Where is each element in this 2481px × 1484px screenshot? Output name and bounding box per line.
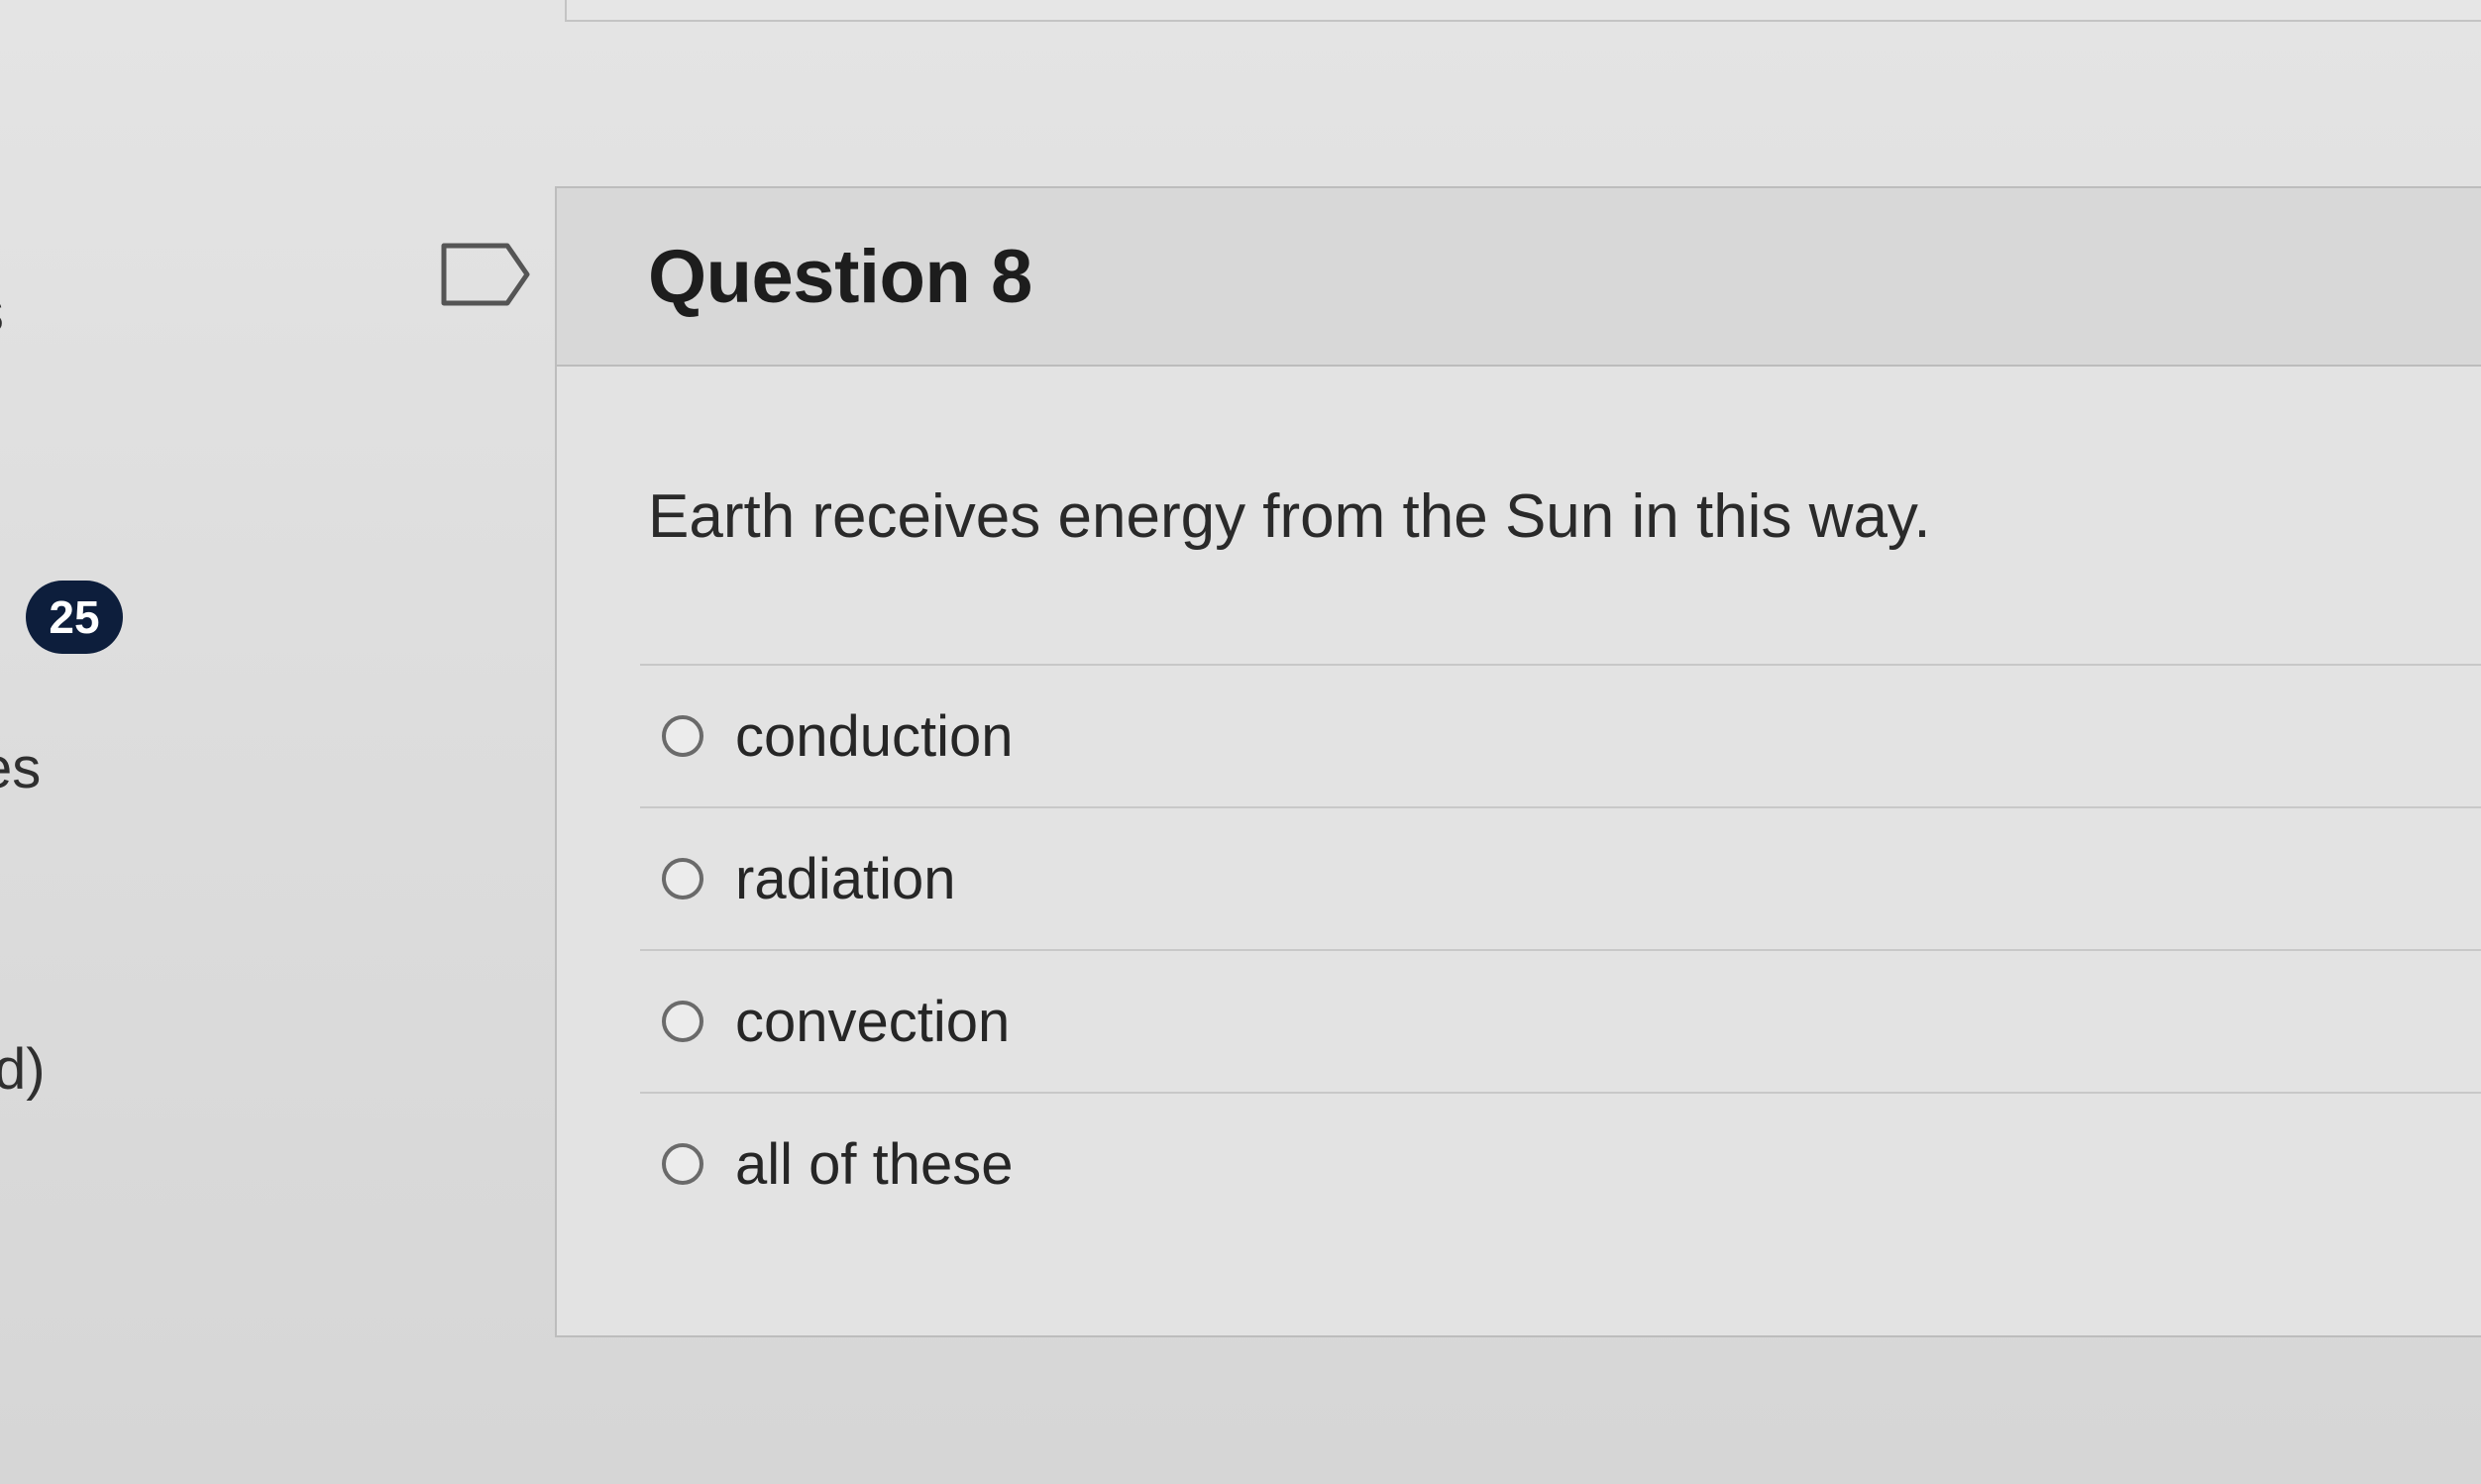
answer-option-radiation[interactable]: radiation <box>640 806 2481 949</box>
question-count-badge: 25 <box>26 581 123 654</box>
sidebar-fragment-top: s <box>0 277 4 346</box>
answer-option-conduction[interactable]: conduction <box>640 664 2481 806</box>
question-prompt: Earth receives energy from the Sun in th… <box>648 482 1931 551</box>
radio-button-icon[interactable] <box>662 715 703 757</box>
radio-button-icon[interactable] <box>662 1001 703 1042</box>
quiz-page: s 25 es d) Question 8 Earth receives ene… <box>0 0 2481 1484</box>
previous-question-card-edge <box>565 0 2481 22</box>
flag-question-icon[interactable] <box>440 242 531 307</box>
question-card: Question 8 Earth receives energy from th… <box>555 186 2481 1337</box>
answer-option-convection[interactable]: convection <box>640 949 2481 1092</box>
sidebar-fragment-bottom: d) <box>0 1037 46 1102</box>
answer-list: conduction radiation convection all of t… <box>640 664 2481 1234</box>
answer-label: all of these <box>735 1131 1014 1197</box>
answer-option-all-of-these[interactable]: all of these <box>640 1092 2481 1234</box>
radio-button-icon[interactable] <box>662 858 703 900</box>
question-title: Question 8 <box>648 234 1032 319</box>
question-header: Question 8 <box>557 188 2481 367</box>
sidebar-fragment-middle: es <box>0 736 42 800</box>
answer-label: conduction <box>735 703 1014 769</box>
answer-label: convection <box>735 989 1011 1054</box>
answer-label: radiation <box>735 846 956 911</box>
radio-button-icon[interactable] <box>662 1143 703 1185</box>
